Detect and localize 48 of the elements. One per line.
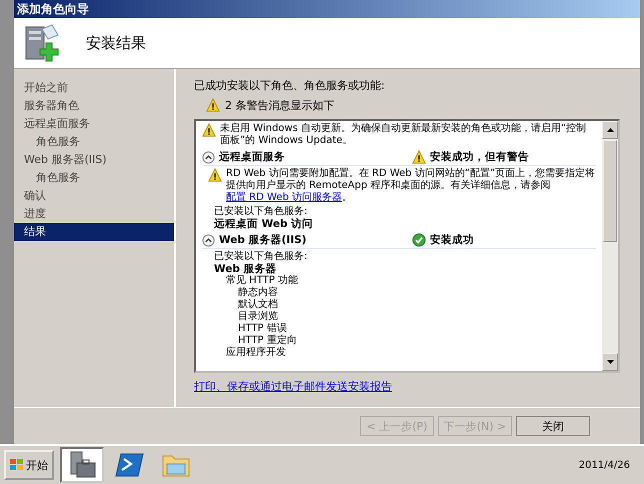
wizard-step[interactable]: 结果: [14, 223, 174, 241]
warning-icon: [412, 150, 426, 164]
taskbar-app[interactable]: [60, 447, 104, 483]
wizard-step[interactable]: 角色服务: [14, 133, 174, 151]
role-service-item: 常见 HTTP 功能: [225, 275, 299, 286]
warning-icon: [206, 98, 220, 112]
wizard-step[interactable]: 开始之前: [14, 79, 174, 97]
role-service-item: 应用程序开发: [225, 347, 287, 359]
wizard-step[interactable]: 角色服务: [14, 169, 174, 187]
warning-message: RD Web 访问需要附加配置。在 RD Web 访问网站的“配置”页面上，您需要指定将提供向用户显示的 RemoteApp 程序和桌面的源。有关详细信息，请参阅 配置 RD Web 访问服务器。: [226, 168, 596, 204]
wizard-step[interactable]: 进度: [14, 205, 174, 223]
scroll-up-icon[interactable]: [606, 128, 614, 132]
role-service-item: 远程桌面 Web 访问: [213, 218, 314, 230]
section-status: 安装成功: [430, 234, 474, 246]
start-button[interactable]: 开始: [4, 450, 54, 480]
warning-icon: [208, 168, 222, 182]
role-service-item: Web 服务器: [213, 263, 278, 275]
section-status: 安装成功，但有警告: [430, 151, 529, 163]
scrollbar[interactable]: [602, 121, 618, 371]
role-service-item: HTTP 错误: [237, 323, 288, 334]
role-service-item: 静态内容: [237, 287, 279, 298]
window-title: 添加角色向导: [17, 0, 89, 18]
section-title: 远程桌面服务: [219, 151, 285, 163]
windows-logo-icon: [10, 458, 24, 472]
installed-label: 已安装以下角色服务:: [213, 251, 308, 263]
collapse-toggle-icon[interactable]: [202, 234, 215, 246]
notice-text: 未启用 Windows 自动更新。为确保自动更新最新安装的角色或功能，请启用“控制面板”的 Windows Update。: [220, 123, 588, 147]
report-link[interactable]: 打印、保存或通过电子邮件发送安装报告: [194, 379, 392, 394]
warning-summary: 2 条警告消息显示如下: [225, 98, 334, 112]
clock-date: 2011/4/26: [578, 460, 630, 470]
collapse-toggle-icon[interactable]: [202, 150, 215, 164]
wizard-step[interactable]: 远程桌面服务: [14, 115, 174, 133]
powershell-icon: [115, 451, 145, 479]
role-service-item: HTTP 重定向: [237, 335, 298, 346]
section-title: Web 服务器(IIS): [219, 234, 306, 246]
configure-link[interactable]: 配置 RD Web 访问服务器: [226, 192, 342, 203]
role-service-item: 目录浏览: [237, 311, 279, 323]
page-heading: 安装结果: [86, 34, 146, 52]
wizard-step[interactable]: 确认: [14, 187, 174, 205]
checkmark-icon: [412, 233, 426, 247]
installed-label: 已安装以下角色服务:: [213, 206, 308, 218]
role-service-item: 默认文档: [237, 299, 279, 310]
wizard-step[interactable]: Web 服务器(IIS): [14, 151, 174, 169]
scroll-down-icon[interactable]: [606, 360, 614, 364]
wizard-button[interactable]: 关闭: [516, 416, 590, 436]
intro-text: 已成功安装以下角色、角色服务或功能:: [194, 78, 386, 94]
warning-icon: [202, 123, 216, 137]
wizard-step[interactable]: 服务器角色: [14, 97, 174, 115]
